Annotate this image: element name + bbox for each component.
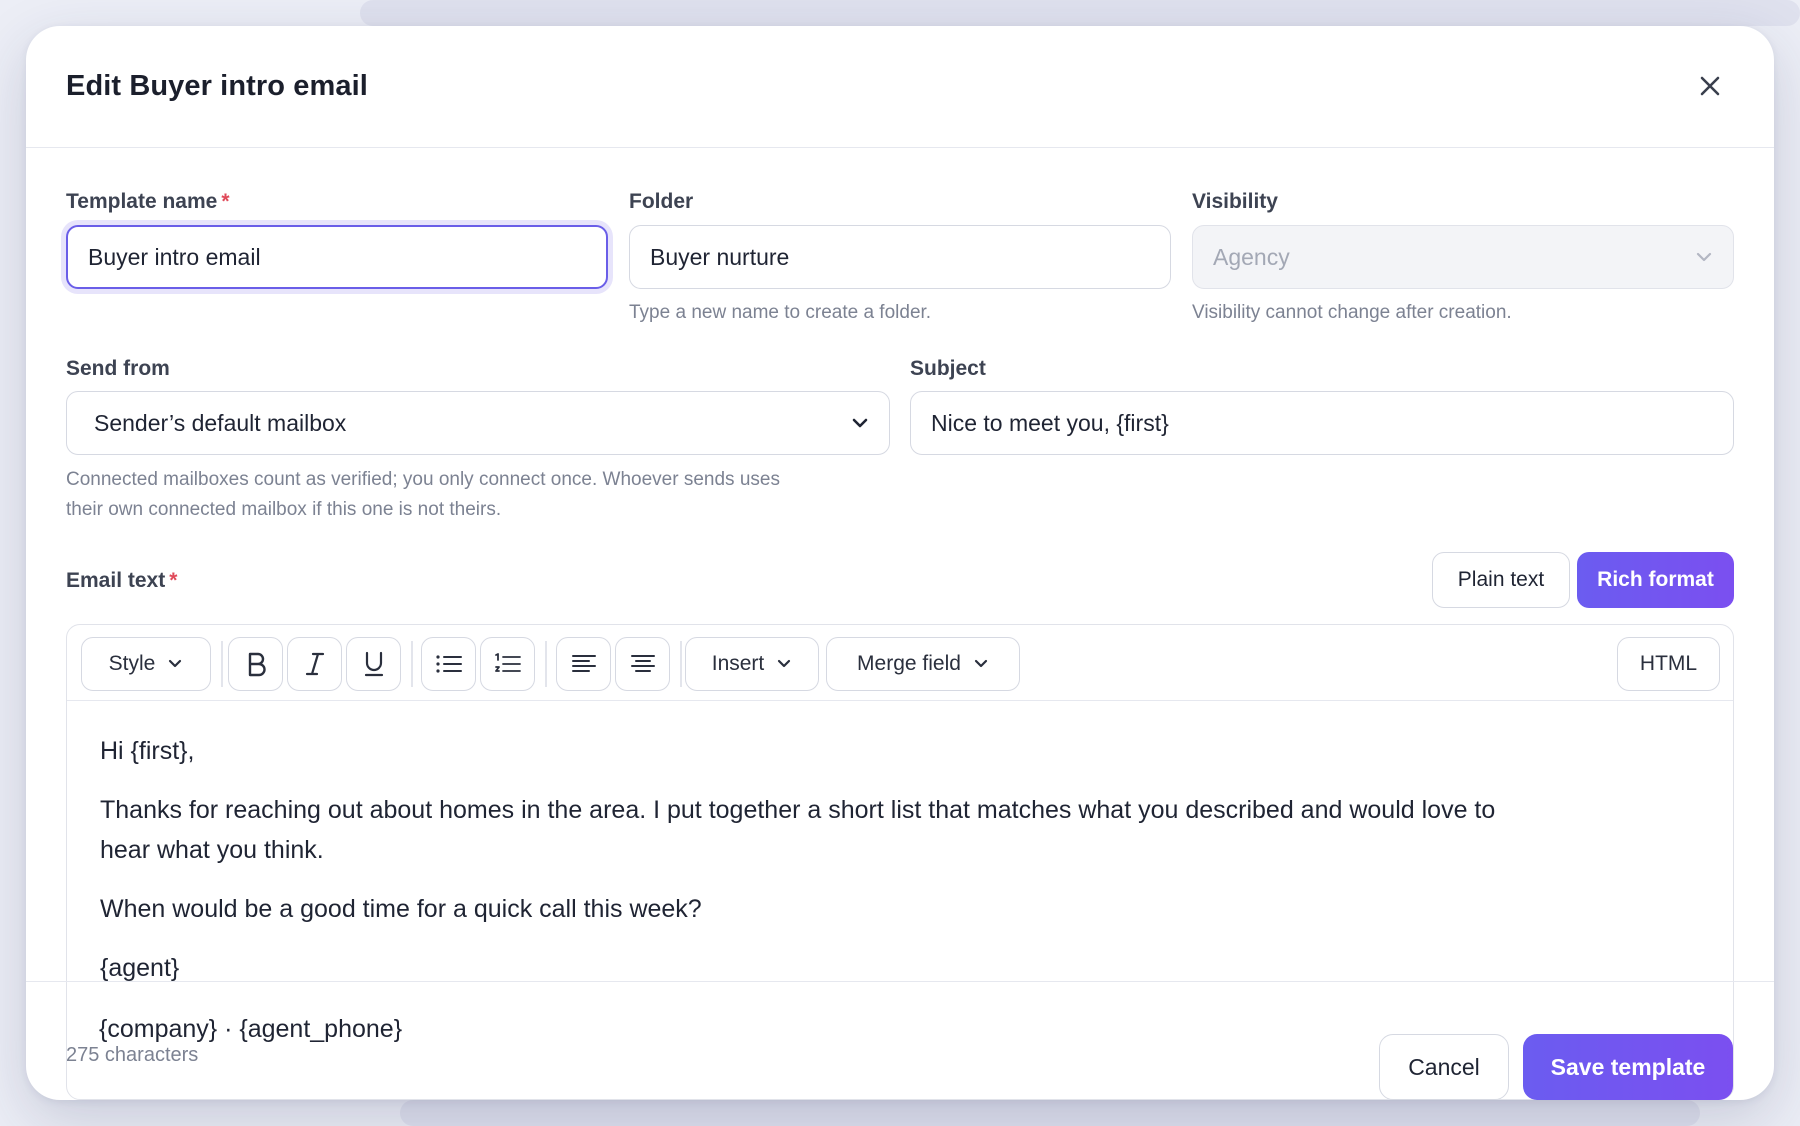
folder-value: Buyer nurture (650, 243, 790, 270)
align-center-button[interactable] (615, 637, 670, 691)
numbered-list-button[interactable] (480, 637, 535, 691)
insert-dropdown-label: Insert (711, 652, 765, 675)
toolbar-divider (545, 641, 547, 687)
backdrop-shape (360, 0, 1800, 26)
modal-header: Edit Buyer intro email (26, 26, 1774, 148)
rich-format-toggle[interactable]: Rich format (1577, 552, 1734, 608)
backdrop-shape (400, 1100, 1700, 1126)
chevron-down-icon (1696, 252, 1712, 262)
send-from-label: Send from (66, 357, 170, 380)
send-from-value: Sender’s default mailbox (94, 409, 347, 436)
body-signature-line: {company} · {agent_phone} (99, 1015, 403, 1043)
chevron-down-icon (169, 659, 182, 668)
visibility-label: Visibility (1192, 190, 1278, 213)
subject-label: Subject (910, 357, 986, 380)
close-icon (1700, 76, 1720, 96)
template-name-input[interactable]: Buyer intro email (66, 225, 608, 289)
insert-dropdown[interactable]: Insert (685, 637, 819, 691)
chevron-down-icon (852, 418, 868, 428)
align-center-icon (630, 655, 655, 672)
close-button[interactable] (1694, 70, 1726, 102)
save-template-button[interactable]: Save template (1523, 1034, 1733, 1100)
toolbar-divider (680, 641, 682, 687)
send-from-select[interactable]: Sender’s default mailbox (66, 391, 890, 455)
visibility-hint: Visibility cannot change after creation. (1192, 302, 1512, 323)
email-text-label: Email text * (66, 569, 177, 593)
toolbar-divider (221, 641, 223, 687)
numbered-list-icon (494, 653, 521, 672)
template-name-value: Buyer intro email (88, 243, 261, 270)
required-mark: * (221, 190, 230, 213)
merge-field-dropdown[interactable]: Merge field (826, 637, 1020, 691)
modal-title: Edit Buyer intro email (66, 70, 368, 102)
send-from-hint-line: Connected mailboxes count as verified; y… (66, 469, 780, 490)
folder-input[interactable]: Buyer nurture (629, 225, 1171, 289)
chevron-down-icon (974, 659, 988, 668)
bold-icon (248, 652, 266, 677)
body-line: Thanks for reaching out about homes in t… (100, 796, 1496, 824)
align-left-button[interactable] (556, 637, 611, 691)
email-body[interactable]: Hi {first}, Thanks for reaching out abou… (67, 701, 1733, 988)
underline-button[interactable] (346, 637, 401, 691)
visibility-value: Agency (1213, 243, 1290, 270)
bold-button[interactable] (228, 637, 283, 691)
chevron-down-icon (778, 659, 791, 668)
plain-text-toggle[interactable]: Plain text (1432, 552, 1570, 608)
subject-value: Nice to meet you, {first} (931, 409, 1169, 436)
style-dropdown-label: Style (108, 652, 156, 675)
italic-button[interactable] (287, 637, 342, 691)
bullet-list-button[interactable] (421, 637, 476, 691)
align-left-icon (571, 655, 596, 672)
merge-field-dropdown-label: Merge field (857, 652, 961, 675)
editor-toolbar: Style Insert Merge field HTML (67, 625, 1733, 701)
html-button[interactable]: HTML (1617, 637, 1720, 691)
edit-template-modal: Edit Buyer intro email Template name * Bu… (26, 26, 1774, 1100)
body-paragraph: When would be a good time for a quick ca… (100, 895, 702, 923)
style-dropdown[interactable]: Style (81, 637, 211, 691)
body-paragraph: Thanks for reaching out about homes in t… (100, 790, 1700, 870)
body-paragraph: Hi {first}, (100, 737, 195, 765)
toolbar-divider (411, 641, 413, 687)
folder-label: Folder (629, 190, 694, 213)
email-text-label-text: Email text (66, 569, 166, 592)
body-line: hear what you think. (100, 836, 324, 864)
send-from-hint-line: their own connected mailbox if this one … (66, 499, 502, 520)
template-name-label-text: Template name (66, 190, 218, 213)
folder-hint: Type a new name to create a folder. (629, 302, 932, 323)
underline-icon (364, 651, 383, 677)
italic-icon (305, 652, 324, 676)
required-mark: * (169, 569, 178, 592)
send-from-hint: Connected mailboxes count as verified; y… (66, 465, 780, 525)
character-count: 275 characters (66, 1044, 199, 1066)
subject-input[interactable]: Nice to meet you, {first} (910, 391, 1734, 455)
template-name-label: Template name * (66, 190, 230, 214)
visibility-select: Agency (1192, 225, 1734, 289)
cancel-button[interactable]: Cancel (1379, 1034, 1509, 1100)
bullet-list-icon (435, 655, 462, 673)
